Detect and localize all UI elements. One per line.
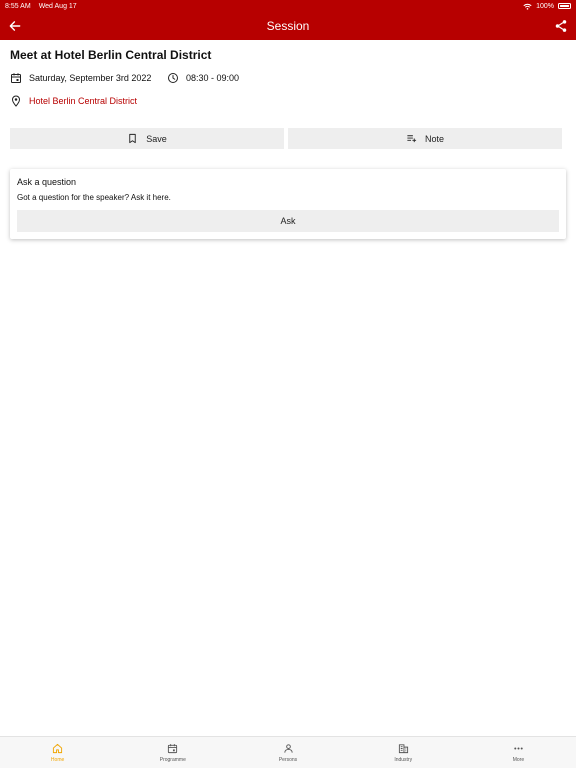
- tab-more-label: More: [512, 756, 525, 763]
- tab-home[interactable]: Home: [0, 737, 115, 768]
- share-icon[interactable]: [554, 19, 568, 33]
- location-pin-icon: [11, 95, 21, 107]
- save-button[interactable]: Save: [10, 128, 284, 149]
- note-button-label: Note: [424, 133, 444, 144]
- building-icon: [398, 743, 408, 753]
- session-time: 08:30 - 09:00: [186, 73, 240, 83]
- session-location-link[interactable]: Hotel Berlin Central District: [29, 96, 137, 106]
- bottom-tab-bar: Home Programme Persons Industry More: [0, 736, 576, 768]
- bookmark-icon: [129, 133, 136, 144]
- status-date: Wed Aug 17: [38, 2, 77, 10]
- tab-programme-label: Programme: [159, 756, 186, 763]
- battery-icon: [558, 3, 571, 9]
- ask-question-title: Ask a question: [17, 177, 77, 187]
- tab-programme[interactable]: Programme: [115, 737, 230, 768]
- session-time-row: 08:30 - 09:00: [167, 72, 239, 84]
- ask-question-card: Ask a question Got a question for the sp…: [10, 169, 566, 239]
- status-time: 8:55 AM: [5, 2, 31, 10]
- app-bar: Session: [0, 12, 576, 40]
- clock-icon: [168, 73, 178, 83]
- tab-persons-label: Persons: [278, 756, 298, 763]
- calendar-icon: [11, 73, 21, 83]
- session-date: Saturday, September 3rd 2022: [29, 73, 152, 83]
- tab-more[interactable]: More: [461, 737, 576, 768]
- session-date-row: Saturday, September 3rd 2022: [10, 72, 151, 84]
- ask-question-description: Got a question for the speaker? Ask it h…: [17, 193, 171, 202]
- back-arrow-icon[interactable]: [8, 19, 22, 33]
- tab-home-label: Home: [50, 756, 65, 763]
- home-icon: [53, 743, 63, 753]
- tab-persons[interactable]: Persons: [230, 737, 345, 768]
- wifi-icon: [523, 3, 532, 10]
- session-location-row[interactable]: Hotel Berlin Central District: [10, 95, 137, 107]
- tab-industry-label: Industry: [394, 756, 413, 763]
- person-icon: [283, 743, 293, 753]
- ask-button[interactable]: Ask: [17, 210, 559, 232]
- save-button-label: Save: [146, 133, 167, 144]
- session-title: Meet at Hotel Berlin Central District: [10, 48, 212, 62]
- page-title: Session: [266, 19, 310, 33]
- note-button[interactable]: Note: [288, 128, 562, 149]
- battery-percent: 100%: [536, 2, 554, 10]
- tab-industry[interactable]: Industry: [346, 737, 461, 768]
- more-icon: [514, 746, 523, 750]
- calendar-icon: [168, 743, 178, 753]
- playlist-add-icon: [407, 135, 417, 143]
- status-bar: 8:55 AM Wed Aug 17 100%: [0, 0, 576, 12]
